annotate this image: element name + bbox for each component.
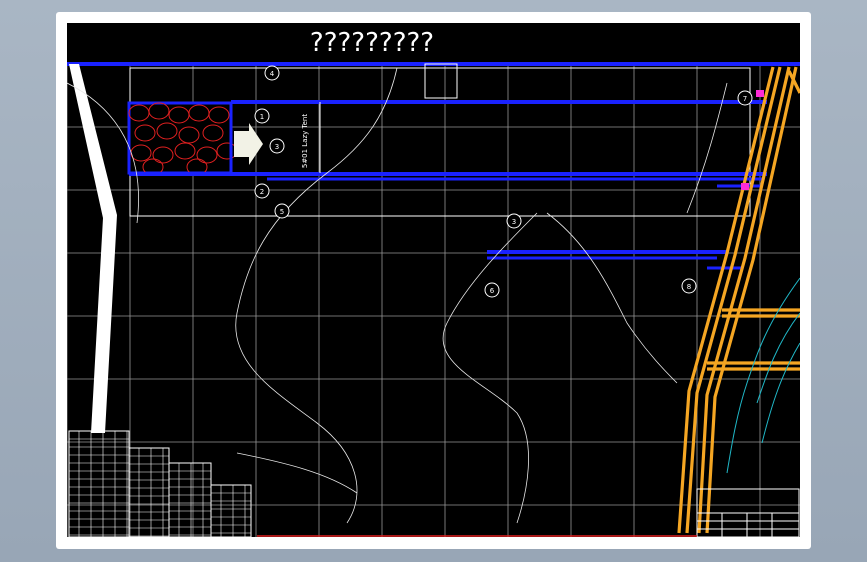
marker-bottom: [741, 183, 749, 190]
cable-lines: [726, 277, 800, 474]
callout-label: 5: [280, 208, 284, 216]
title-block: [696, 488, 800, 537]
callout-label: 3: [512, 218, 516, 226]
callout-label: 3: [275, 143, 279, 151]
left-chevron-wall: [69, 64, 117, 433]
callout-label: 1: [260, 113, 264, 121]
marker-top: [756, 90, 764, 97]
drawing-title: ?????????: [310, 28, 434, 58]
schedule-table-rows: [69, 431, 251, 537]
top-notch: [424, 63, 458, 99]
drawing-canvas[interactable]: ????????? 5#01 Lazy Tent 4 1 3 5 2 3 6 8…: [67, 23, 800, 537]
callout-label: 8: [687, 283, 691, 291]
callout-label: 6: [490, 287, 495, 295]
direction-arrow: [234, 123, 263, 165]
vertical-note: 5#01 Lazy Tent: [301, 114, 309, 169]
callout-label: 4: [270, 70, 275, 78]
cad-drawing: ????????? 5#01 Lazy Tent 4135236 87: [67, 28, 800, 537]
callout-label: 2: [260, 188, 264, 196]
callout-label: 7: [743, 95, 747, 103]
